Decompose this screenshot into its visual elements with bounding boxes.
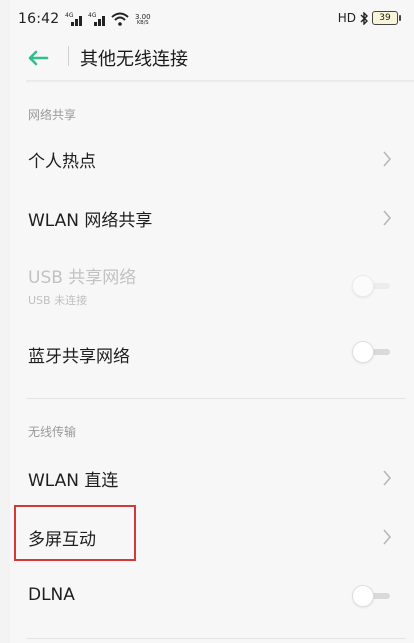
settings-page: 16:42 4G 4G 3.00 KB/S HD 39 其他无线连接 网络共享 … (10, 0, 414, 643)
row-usb-sharing: USB 共享网络 USB 未连接 (10, 255, 414, 317)
status-time: 16:42 (18, 11, 60, 27)
row-label: DLNA (28, 585, 75, 605)
header-shadow (26, 80, 414, 83)
battery-level: 39 (379, 13, 391, 23)
page-title: 其他无线连接 (80, 49, 188, 70)
row-label: 多屏互动 (28, 530, 96, 550)
signal-label: 4G (88, 12, 97, 19)
wifi-icon (111, 12, 129, 26)
signal-icon: 4G (65, 12, 84, 26)
row-label: WLAN 直连 (28, 471, 119, 491)
section-title-wireless-transfer: 无线传输 (28, 425, 77, 439)
toggle-thumb (352, 275, 374, 297)
status-left-icons: 4G 4G 3.00 KB/S (65, 12, 151, 26)
toggle-thumb (352, 585, 374, 607)
bottom-divider (26, 638, 406, 639)
row-wlan-direct[interactable]: WLAN 直连 (10, 449, 414, 505)
arrow-left-icon (28, 50, 49, 66)
app-header: 其他无线连接 (10, 36, 414, 80)
row-label: USB 共享网络 (28, 268, 137, 288)
chevron-right-icon (383, 210, 392, 226)
hd-label: HD (337, 11, 356, 25)
section-title-network-sharing: 网络共享 (28, 108, 77, 122)
dlna-toggle[interactable] (352, 585, 392, 607)
signal-icon: 4G (88, 12, 107, 26)
chevron-right-icon (383, 151, 392, 167)
bluetooth-icon (360, 11, 368, 25)
row-multi-screen[interactable]: 多屏互动 (10, 508, 414, 564)
net-speed: 3.00 KB/S (135, 14, 151, 27)
row-label: WLAN 网络共享 (28, 211, 153, 231)
row-label: 蓝牙共享网络 (28, 347, 130, 367)
net-speed-unit: KB/S (137, 20, 149, 26)
battery-icon: 39 (372, 11, 401, 25)
status-bar: 16:42 4G 4G 3.00 KB/S HD 39 (10, 0, 414, 36)
row-sublabel: USB 未连接 (28, 294, 88, 307)
row-bluetooth-sharing[interactable]: 蓝牙共享网络 (10, 324, 414, 380)
back-button[interactable] (24, 44, 52, 72)
chevron-right-icon (383, 529, 392, 545)
header-divider (68, 46, 69, 66)
row-wlan-sharing[interactable]: WLAN 网络共享 (10, 189, 414, 245)
section-divider (26, 398, 406, 399)
bluetooth-sharing-toggle[interactable] (352, 341, 392, 363)
status-right-icons: HD 39 (337, 11, 401, 25)
chevron-right-icon (383, 470, 392, 486)
toggle-thumb (352, 341, 374, 363)
row-personal-hotspot[interactable]: 个人热点 (10, 131, 414, 187)
row-dlna[interactable]: DLNA (10, 568, 414, 624)
row-label: 个人热点 (28, 152, 96, 172)
signal-label: 4G (65, 12, 74, 19)
usb-sharing-toggle (352, 275, 392, 297)
